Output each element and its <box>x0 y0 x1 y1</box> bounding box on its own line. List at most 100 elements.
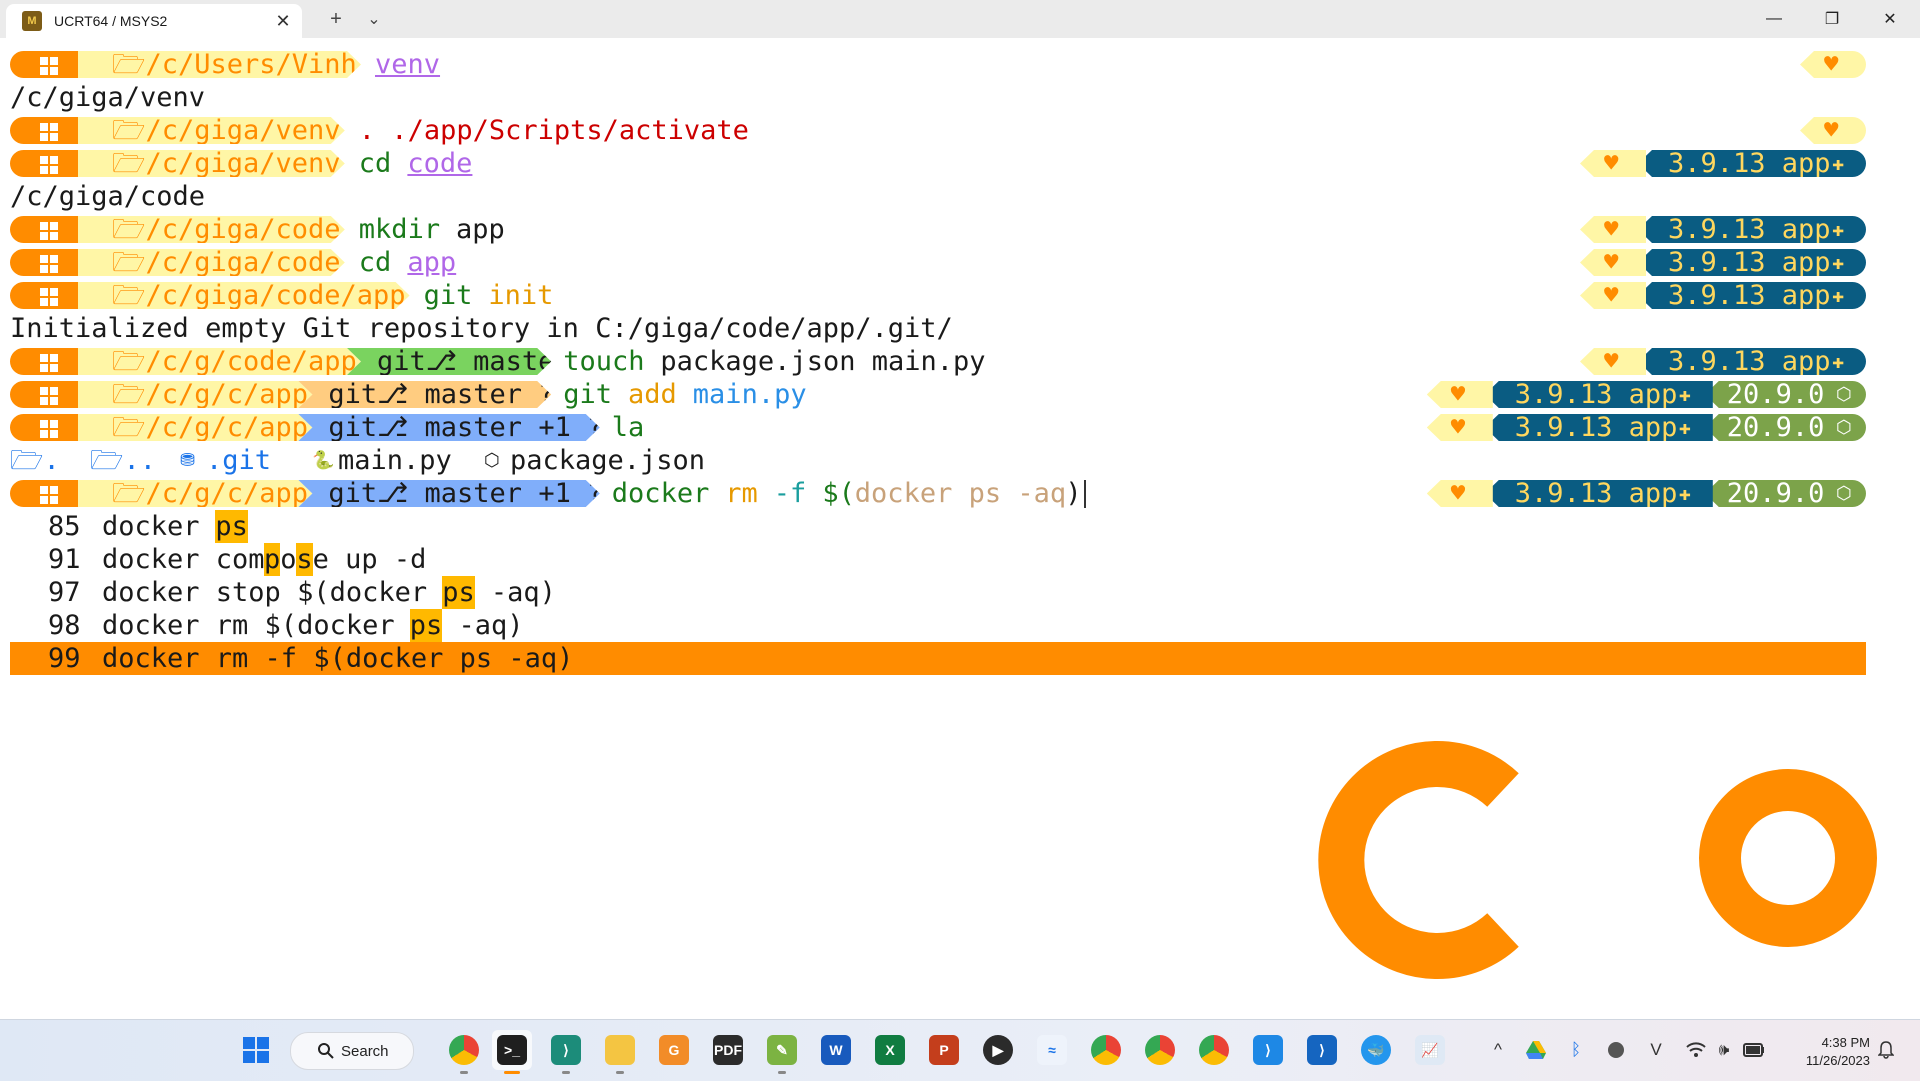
new-tab-button[interactable]: + <box>316 0 356 38</box>
taskbar-search[interactable]: Search <box>290 1032 414 1070</box>
resource-monitor-app[interactable]: 📈 <box>1410 1030 1450 1070</box>
vscode-alt-app[interactable]: ⟩ <box>1302 1030 1342 1070</box>
docker-app[interactable]: 🐳 <box>1356 1030 1396 1070</box>
terminal-area[interactable]: 🗁/c/Users/Vinh venv ♥/c/giga/venv 🗁/c/giga/… <box>10 48 1870 1008</box>
powerpoint-app[interactable]: P <box>924 1030 964 1070</box>
restore-button[interactable]: ❐ <box>1803 0 1861 38</box>
google-drive-icon[interactable] <box>1524 1036 1548 1064</box>
command-token: main.py <box>692 379 807 410</box>
chrome-icon <box>1091 1035 1121 1065</box>
vim-icon[interactable]: V <box>1644 1036 1668 1064</box>
terminal-tab[interactable]: M UCRT64 / MSYS2 ✕ <box>6 4 302 38</box>
close-window-button[interactable]: ✕ <box>1861 0 1919 38</box>
close-tab-icon[interactable]: ✕ <box>268 11 298 32</box>
decorative-o-shape <box>1699 769 1877 947</box>
path-text: 🗁/c/g/c/app <box>112 379 309 410</box>
running-indicator <box>562 1071 570 1074</box>
file-entry: .git <box>206 445 272 476</box>
command-token: la <box>611 412 645 443</box>
volume-icon[interactable]: 🕪 <box>1712 1036 1736 1064</box>
node-version-segment: 20.9.0 ⬡ <box>1704 412 1866 443</box>
python-env-segment: 3.9.13 app ✚ <box>1638 150 1866 177</box>
history-item[interactable]: 98 docker rm $(docker ps -aq) <box>10 609 1870 642</box>
file-type-icon: 🐍 <box>312 450 335 471</box>
history-number: 85 <box>48 511 81 542</box>
terminal-line: Initialized empty Git repository in C:/g… <box>10 312 1870 345</box>
heart-icon: ♥ <box>1824 116 1839 144</box>
chrome-dev-icon <box>1199 1035 1229 1065</box>
history-number: 98 <box>48 610 81 641</box>
notepad-plus-app[interactable]: ✎ <box>762 1030 802 1074</box>
python-env-segment: 3.9.13 app ✚ <box>1484 381 1713 408</box>
clock-date: 11/26/2023 <box>1805 1053 1870 1068</box>
file-entry: 🗁. <box>10 445 60 476</box>
history-command: e up -d <box>312 544 427 575</box>
tab-dropdown-button[interactable]: ⌄ <box>354 0 394 38</box>
node-version-text: 20.9.0 <box>1726 412 1825 443</box>
chrome-beta-icon <box>1145 1035 1175 1065</box>
pdf-reader-app[interactable]: PDF <box>708 1030 748 1070</box>
media-player-app[interactable]: ▶ <box>978 1030 1018 1070</box>
notification-bell-icon[interactable] <box>1874 1036 1898 1064</box>
terminal-app[interactable]: >_ <box>492 1030 532 1074</box>
python-icon: ✚ <box>1832 217 1845 241</box>
history-command: docker rm -f $(docker ps -aq) <box>102 643 574 674</box>
command-token: touch <box>563 346 645 377</box>
git-status-segment: git⎇ master +1 ?1 <box>298 414 599 441</box>
status-segment: ♥ <box>1580 348 1646 375</box>
python-env-text: 3.9.13 app <box>1668 214 1831 245</box>
start-button[interactable] <box>236 1030 276 1070</box>
command-token: git <box>563 379 612 410</box>
pdf-editor-app[interactable]: G <box>654 1030 694 1070</box>
output-text: /c/giga/code <box>10 181 206 212</box>
heart-icon: ♥ <box>1604 248 1619 276</box>
git-status-text: git⎇ master ?2 <box>328 379 571 410</box>
chatgpt-icon[interactable] <box>1604 1036 1628 1064</box>
chrome-app[interactable] <box>1086 1030 1126 1070</box>
decorative-c-shape <box>1318 741 1519 979</box>
nodejs-icon: ⬡ <box>1835 384 1852 405</box>
status-segment: ♥ <box>1580 282 1646 309</box>
chrome-beta-app[interactable] <box>1140 1030 1180 1070</box>
vscode-icon: ⟩ <box>1253 1035 1283 1065</box>
python-env-segment: 3.9.13 app ✚ <box>1638 282 1866 309</box>
battery-icon[interactable] <box>1742 1036 1766 1064</box>
windows-logo-icon <box>40 57 58 75</box>
title-bar: M UCRT64 / MSYS2 ✕ + ⌄ — ❐ ✕ <box>0 0 1920 38</box>
windows-start-icon <box>243 1037 269 1063</box>
history-match: ps <box>442 576 475 609</box>
taskbar: Search >_ ⟩ G PDF ✎ W X P ▶ ≈ ⟩ ⟩ 🐳 📈 ^ ᛒ V 🕪 4:38 PM… <box>0 1019 1920 1081</box>
minimize-button[interactable]: — <box>1745 0 1803 38</box>
powerpoint-icon: P <box>929 1035 959 1065</box>
path-segment: 🗁/c/g/c/app <box>78 381 312 408</box>
python-icon: ✚ <box>1678 382 1691 406</box>
excel-app[interactable]: X <box>870 1030 910 1070</box>
chrome-dev-app[interactable] <box>1194 1030 1234 1070</box>
terminal-line: 🗁/c/giga/venv cd code 3.9.13 app ✚ ♥ <box>10 147 1870 180</box>
show-hidden-icons-chevron-icon[interactable]: ^ <box>1486 1036 1510 1064</box>
file-entry: main.py <box>338 445 452 476</box>
file-explorer-app[interactable] <box>600 1030 640 1074</box>
bluetooth-icon[interactable]: ᛒ <box>1564 1036 1588 1064</box>
chrome-canary-app[interactable] <box>444 1030 484 1074</box>
msys2-icon: M <box>22 11 42 31</box>
command-token: ) <box>1065 478 1082 509</box>
terminal-line: 🗁/c/g/c/app git⎇ master +1 ?1 la 20.9.0 ⬡ 3.9… <box>10 411 1870 444</box>
heart-icon: ♥ <box>1604 149 1619 177</box>
wifi-icon[interactable] <box>1684 1036 1708 1064</box>
system-clock[interactable]: 4:38 PM 11/26/2023 <box>1786 1034 1870 1070</box>
terminal-line: 🗁/c/g/c/app git⎇ master +1 ?1 docker rm -f $(… <box>10 477 1870 510</box>
history-item[interactable]: 91 docker com p o s e up -d <box>10 543 1870 576</box>
vscode-app[interactable]: ⟩ <box>1248 1030 1288 1070</box>
word-icon: W <box>821 1035 851 1065</box>
python-env-text: 3.9.13 app <box>1514 412 1678 443</box>
network-app-app[interactable]: ≈ <box>1032 1030 1072 1070</box>
history-item[interactable]: 99 docker rm -f $(docker ps -aq) <box>10 642 1870 675</box>
git-status-segment: git⎇ master <box>347 348 551 375</box>
search-label: Search <box>341 1042 389 1060</box>
vscode-insiders-app[interactable]: ⟩ <box>546 1030 586 1074</box>
history-item[interactable]: 85 docker ps <box>10 510 1870 543</box>
word-app[interactable]: W <box>816 1030 856 1070</box>
command-token: -f <box>773 478 807 509</box>
history-item[interactable]: 97 docker stop $(docker ps -aq) <box>10 576 1870 609</box>
